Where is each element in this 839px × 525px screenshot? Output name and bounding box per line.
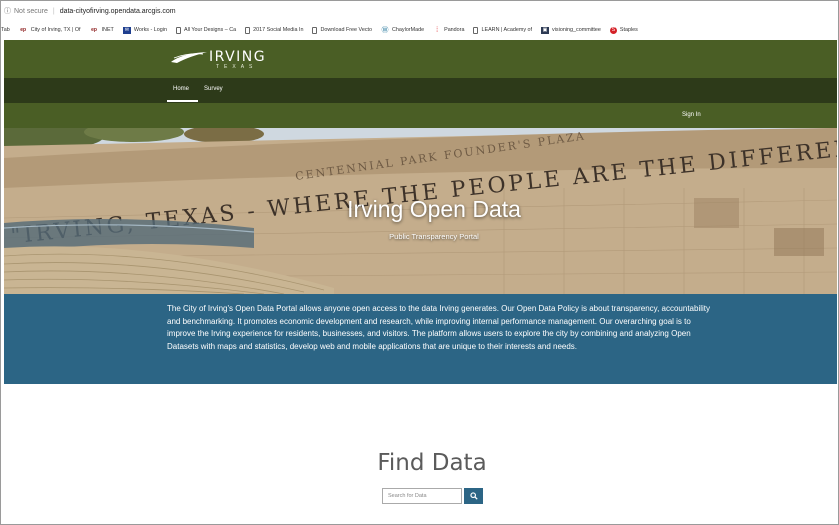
search-icon — [469, 492, 478, 500]
bookmark-label: INET — [101, 27, 114, 33]
site-header: IRVING TEXAS — [4, 40, 837, 78]
security-label: Not secure — [14, 7, 48, 15]
logo-text: IRVING — [209, 49, 267, 65]
nav-survey[interactable]: Survey — [204, 86, 223, 92]
sign-in-link[interactable]: Sign In — [682, 112, 701, 118]
info-icon[interactable]: ⓘ — [4, 6, 11, 16]
bookmark-visioning-committee[interactable]: ▣ visioning_committee — [541, 26, 601, 34]
bookmark-label: City of Irving, TX | Of — [30, 27, 81, 33]
bookmark-label: 2017 Social Media In — [253, 27, 304, 33]
portal-description: The City of Irving's Open Data Portal al… — [167, 304, 711, 351]
bookmark-label: Download Free Vecto — [320, 27, 373, 33]
bookmark-tab[interactable]: Tab — [1, 27, 10, 33]
bookmark-label: ChaylorMade — [392, 27, 425, 33]
nav-active-indicator — [167, 100, 198, 102]
bookmark-label: Pandora — [444, 27, 465, 33]
irving-logo[interactable]: IRVING TEXAS — [170, 49, 266, 70]
address-separator: | — [52, 7, 55, 15]
staples-icon: S — [609, 26, 617, 34]
address-bar[interactable]: ⓘ Not secure | data-cityofirving.opendat… — [1, 1, 838, 21]
bookmark-download-free-vector[interactable]: Download Free Vecto — [312, 26, 373, 34]
bookmark-label: LEARN | Academy of — [481, 27, 533, 33]
find-data-heading: Find Data — [377, 450, 487, 476]
hero-title: Irving Open Data — [347, 196, 521, 222]
hero-banner: CENTENNIAL PARK FOUNDER'S PLAZA "IRVING,… — [4, 128, 837, 294]
bookmark-label: All Your Designs – Ca — [183, 27, 237, 33]
bookmark-inet[interactable]: ep INET — [90, 27, 114, 34]
page-icon — [312, 26, 318, 34]
bookmark-label: visioning_committee — [552, 27, 601, 33]
nav-home[interactable]: Home — [173, 86, 189, 92]
bookmark-pandora[interactable]: ⁞ Pandora — [433, 27, 464, 34]
ep-icon: ep — [20, 26, 27, 33]
bookmark-label: Tab — [1, 27, 10, 33]
main-nav: Home Survey — [4, 78, 837, 103]
sign-in-bar: Sign In — [4, 103, 837, 128]
wordpress-icon: Ⓦ — [381, 26, 389, 34]
page-icon — [245, 26, 251, 34]
works-icon: ✉ — [122, 26, 131, 34]
pandora-icon: ⁞ — [436, 26, 439, 34]
page-icon — [175, 26, 181, 34]
bookmark-label: Works - Login — [133, 27, 167, 33]
committee-icon: ▣ — [541, 26, 550, 34]
logo-subtext: TEXAS — [216, 64, 258, 70]
search-button[interactable] — [464, 488, 483, 504]
ep-icon: ep — [91, 26, 97, 33]
url-text[interactable]: data-cityofirving.opendata.arcgis.com — [60, 8, 176, 15]
bookmark-label: Staples — [619, 27, 638, 33]
description-band: The City of Irving's Open Data Portal al… — [4, 294, 837, 384]
page-icon — [473, 26, 479, 34]
bookmark-city-of-irving[interactable]: ep City of Irving, TX | Of — [19, 26, 81, 34]
browser-window: ⓘ Not secure | data-cityofirving.opendat… — [0, 0, 839, 525]
bookmark-works-login[interactable]: ✉ Works - Login — [122, 26, 167, 34]
search-input[interactable] — [382, 488, 462, 504]
swoosh-icon — [171, 52, 207, 63]
bookmark-social-media[interactable]: 2017 Social Media In — [245, 26, 304, 34]
bookmark-chaylormade[interactable]: Ⓦ ChaylorMade — [381, 26, 425, 34]
hero-subtitle: Public Transparency Portal — [389, 232, 479, 241]
bookmark-all-your-designs[interactable]: All Your Designs – Ca — [175, 26, 237, 34]
search-form — [382, 488, 483, 504]
bookmarks-bar: Tab ep City of Irving, TX | Of ep INET ✉… — [1, 21, 838, 39]
bookmark-staples[interactable]: S Staples — [609, 26, 638, 34]
bookmark-learn-academy[interactable]: LEARN | Academy of — [473, 26, 533, 34]
